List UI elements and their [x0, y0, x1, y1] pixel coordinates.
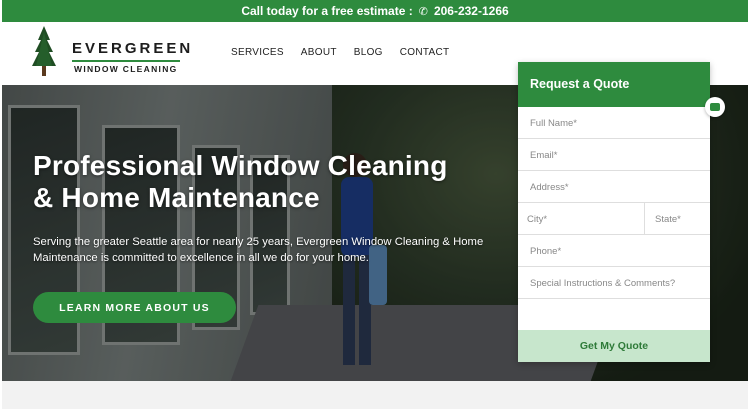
pine-tree-icon [32, 26, 56, 76]
get-quote-button[interactable]: Get My Quote [518, 330, 710, 362]
logo[interactable]: EVERGREEN WINDOW CLEANING [28, 26, 190, 82]
nav-item-about[interactable]: ABOUT [301, 47, 337, 58]
top-bar: Call today for a free estimate : ✆ 206-2… [2, 0, 748, 22]
topbar-text: Call today for a free estimate : [241, 4, 413, 18]
chat-icon[interactable] [705, 97, 725, 117]
address-field[interactable]: Address* [518, 171, 710, 203]
main-nav: SERVICES ABOUT BLOG CONTACT [231, 47, 449, 58]
chat-bubble-icon [710, 103, 720, 111]
full-name-field[interactable]: Full Name* [518, 107, 710, 139]
hero-description: Serving the greater Seattle area for nea… [33, 236, 484, 264]
email-field[interactable]: Email* [518, 139, 710, 171]
hero-title: Professional Window Cleaning & Home Main… [33, 150, 448, 214]
logo-divider [72, 60, 180, 62]
page-edge [748, 0, 753, 409]
logo-subtitle: WINDOW CLEANING [74, 64, 178, 74]
logo-name: EVERGREEN [72, 40, 194, 57]
quote-form: Request a Quote Full Name* Email* Addres… [518, 62, 710, 362]
city-state-row: City* State* [518, 203, 710, 235]
nav-item-blog[interactable]: BLOG [354, 47, 383, 58]
phone-field[interactable]: Phone* [518, 235, 710, 267]
page: Call today for a free estimate : ✆ 206-2… [2, 0, 748, 409]
learn-more-button[interactable]: LEARN MORE ABOUT US [33, 292, 236, 323]
phone-link[interactable]: 206-232-1266 [434, 4, 509, 18]
nav-item-services[interactable]: SERVICES [231, 47, 284, 58]
quote-form-title: Request a Quote [518, 62, 710, 107]
hero-title-line: & Home Maintenance [33, 182, 320, 213]
nav-item-contact[interactable]: CONTACT [400, 47, 450, 58]
state-field[interactable]: State* [645, 203, 710, 234]
comments-area[interactable] [518, 299, 710, 330]
comments-field[interactable]: Special Instructions & Comments? [518, 267, 710, 299]
phone-icon: ✆ [418, 5, 428, 18]
city-field[interactable]: City* [518, 203, 645, 234]
lower-section [2, 381, 748, 409]
hero-title-line: Professional Window Cleaning [33, 150, 448, 181]
